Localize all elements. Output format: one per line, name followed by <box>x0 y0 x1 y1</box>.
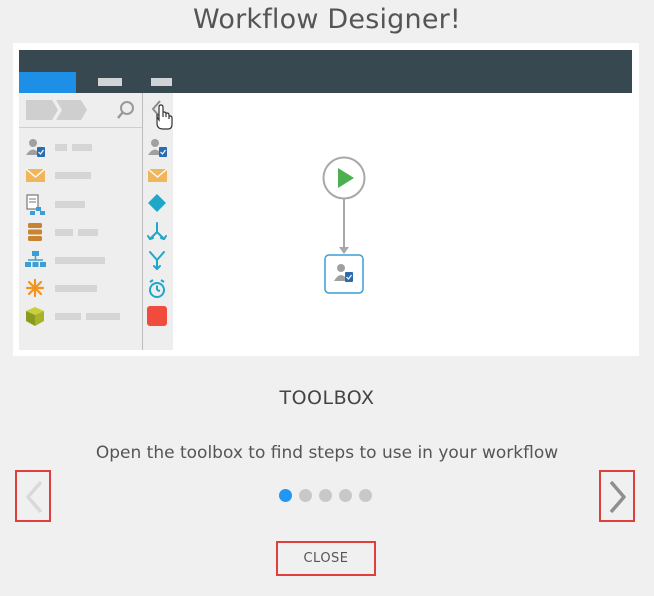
close-button[interactable]: CLOSE <box>276 541 376 576</box>
start-node <box>322 156 366 200</box>
dialog-title: Workflow Designer! <box>193 4 461 35</box>
pagination-dot-4[interactable] <box>339 489 352 502</box>
previous-slide-button[interactable] <box>15 470 51 522</box>
chevron-right-icon <box>609 480 626 514</box>
pagination-dot-1[interactable] <box>279 489 292 502</box>
connector-arrow <box>339 247 349 254</box>
chevron-left-icon <box>26 480 43 514</box>
pagination-dot-3[interactable] <box>319 489 332 502</box>
slide-heading: TOOLBOX <box>279 387 375 409</box>
pagination-dots <box>279 489 379 503</box>
workflow-canvas <box>322 156 366 294</box>
pagination-dot-5[interactable] <box>359 489 372 502</box>
user-task-node <box>324 254 364 294</box>
user-task-icon <box>337 264 345 272</box>
pagination-dot-2[interactable] <box>299 489 312 502</box>
next-slide-button[interactable] <box>599 470 635 522</box>
toolbox-illustration <box>13 43 639 356</box>
slide-description: Open the toolbox to find steps to use in… <box>95 443 559 463</box>
